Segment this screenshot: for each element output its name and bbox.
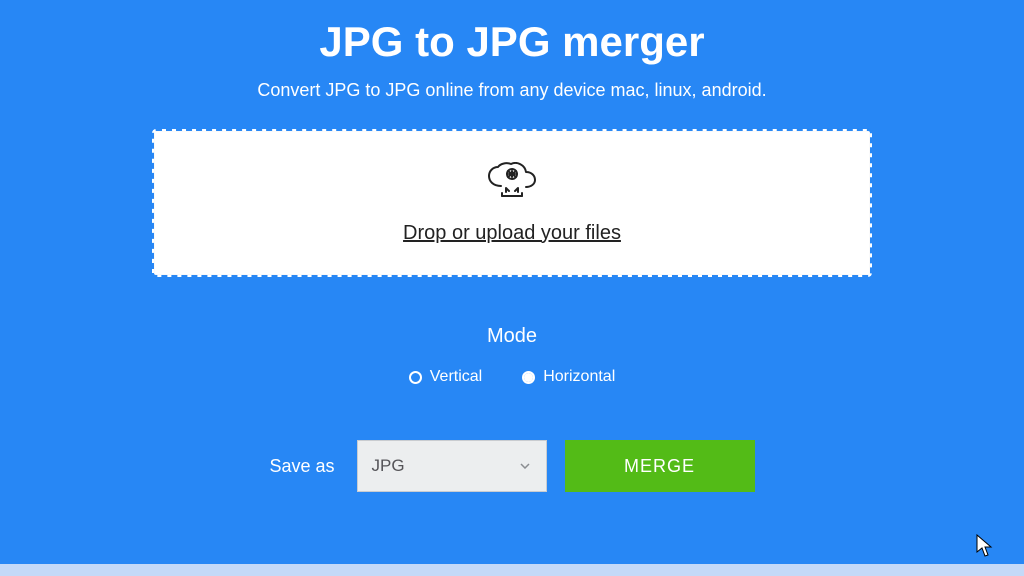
radio-checked-icon [522, 371, 535, 384]
merge-button-label: MERGE [624, 456, 695, 477]
page-title: JPG to JPG merger [319, 18, 704, 66]
saveas-label: Save as [269, 456, 334, 477]
dropzone-label: Drop or upload your files [403, 222, 621, 245]
action-row: Save as JPG MERGE [269, 440, 754, 492]
mode-heading: Mode [487, 325, 537, 348]
footer-bar [0, 564, 1024, 576]
mode-options: Vertical Horizontal [409, 368, 616, 386]
saveas-value: JPG [372, 456, 405, 476]
merge-button[interactable]: MERGE [565, 440, 755, 492]
radio-unchecked-icon [409, 371, 422, 384]
page-subtitle: Convert JPG to JPG online from any devic… [257, 80, 766, 101]
chevron-down-icon [518, 463, 532, 469]
main-container: JPG to JPG merger Convert JPG to JPG onl… [0, 0, 1024, 576]
mode-vertical-label: Vertical [430, 368, 482, 386]
mode-horizontal-radio[interactable]: Horizontal [522, 368, 615, 386]
mode-horizontal-label: Horizontal [543, 368, 615, 386]
file-dropzone[interactable]: Drop or upload your files [152, 129, 872, 277]
cloud-upload-icon [484, 162, 540, 206]
saveas-select[interactable]: JPG [357, 440, 547, 492]
mode-vertical-radio[interactable]: Vertical [409, 368, 482, 386]
